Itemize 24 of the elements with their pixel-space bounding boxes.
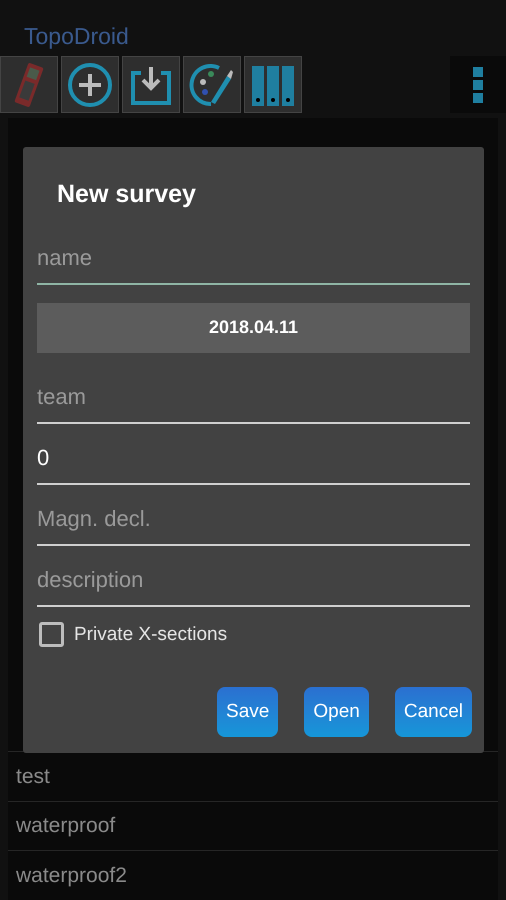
library-button[interactable] [244,56,302,113]
app-title: TopoDroid [24,22,129,51]
survey-name[interactable]: waterproof [16,810,116,842]
input-field[interactable]: team [37,372,470,424]
menu-button[interactable] [450,56,506,113]
dialog-button[interactable]: Save [217,687,278,737]
survey-name[interactable]: waterproof2 [16,860,127,891]
palette-button[interactable] [183,56,241,113]
input-field[interactable]: 0 [37,434,470,484]
date-button[interactable]: 2018.04.11 [37,302,470,352]
input-field[interactable]: name [37,234,470,284]
checkbox-label: Private X-sections [74,622,228,646]
palette-icon [189,62,235,108]
input-field[interactable]: description [37,556,470,606]
dialog-button[interactable]: Open [304,687,369,737]
input-field[interactable]: Magn. decl. [37,494,470,546]
import-button[interactable] [122,56,180,113]
add-icon [67,62,113,108]
survey-name[interactable]: test [16,760,50,792]
add-button[interactable] [61,56,119,113]
dialog-button[interactable]: Cancel [394,687,472,737]
checkbox[interactable] [39,622,64,648]
menu-icon [473,66,483,102]
dialog-title: New survey [57,180,196,208]
